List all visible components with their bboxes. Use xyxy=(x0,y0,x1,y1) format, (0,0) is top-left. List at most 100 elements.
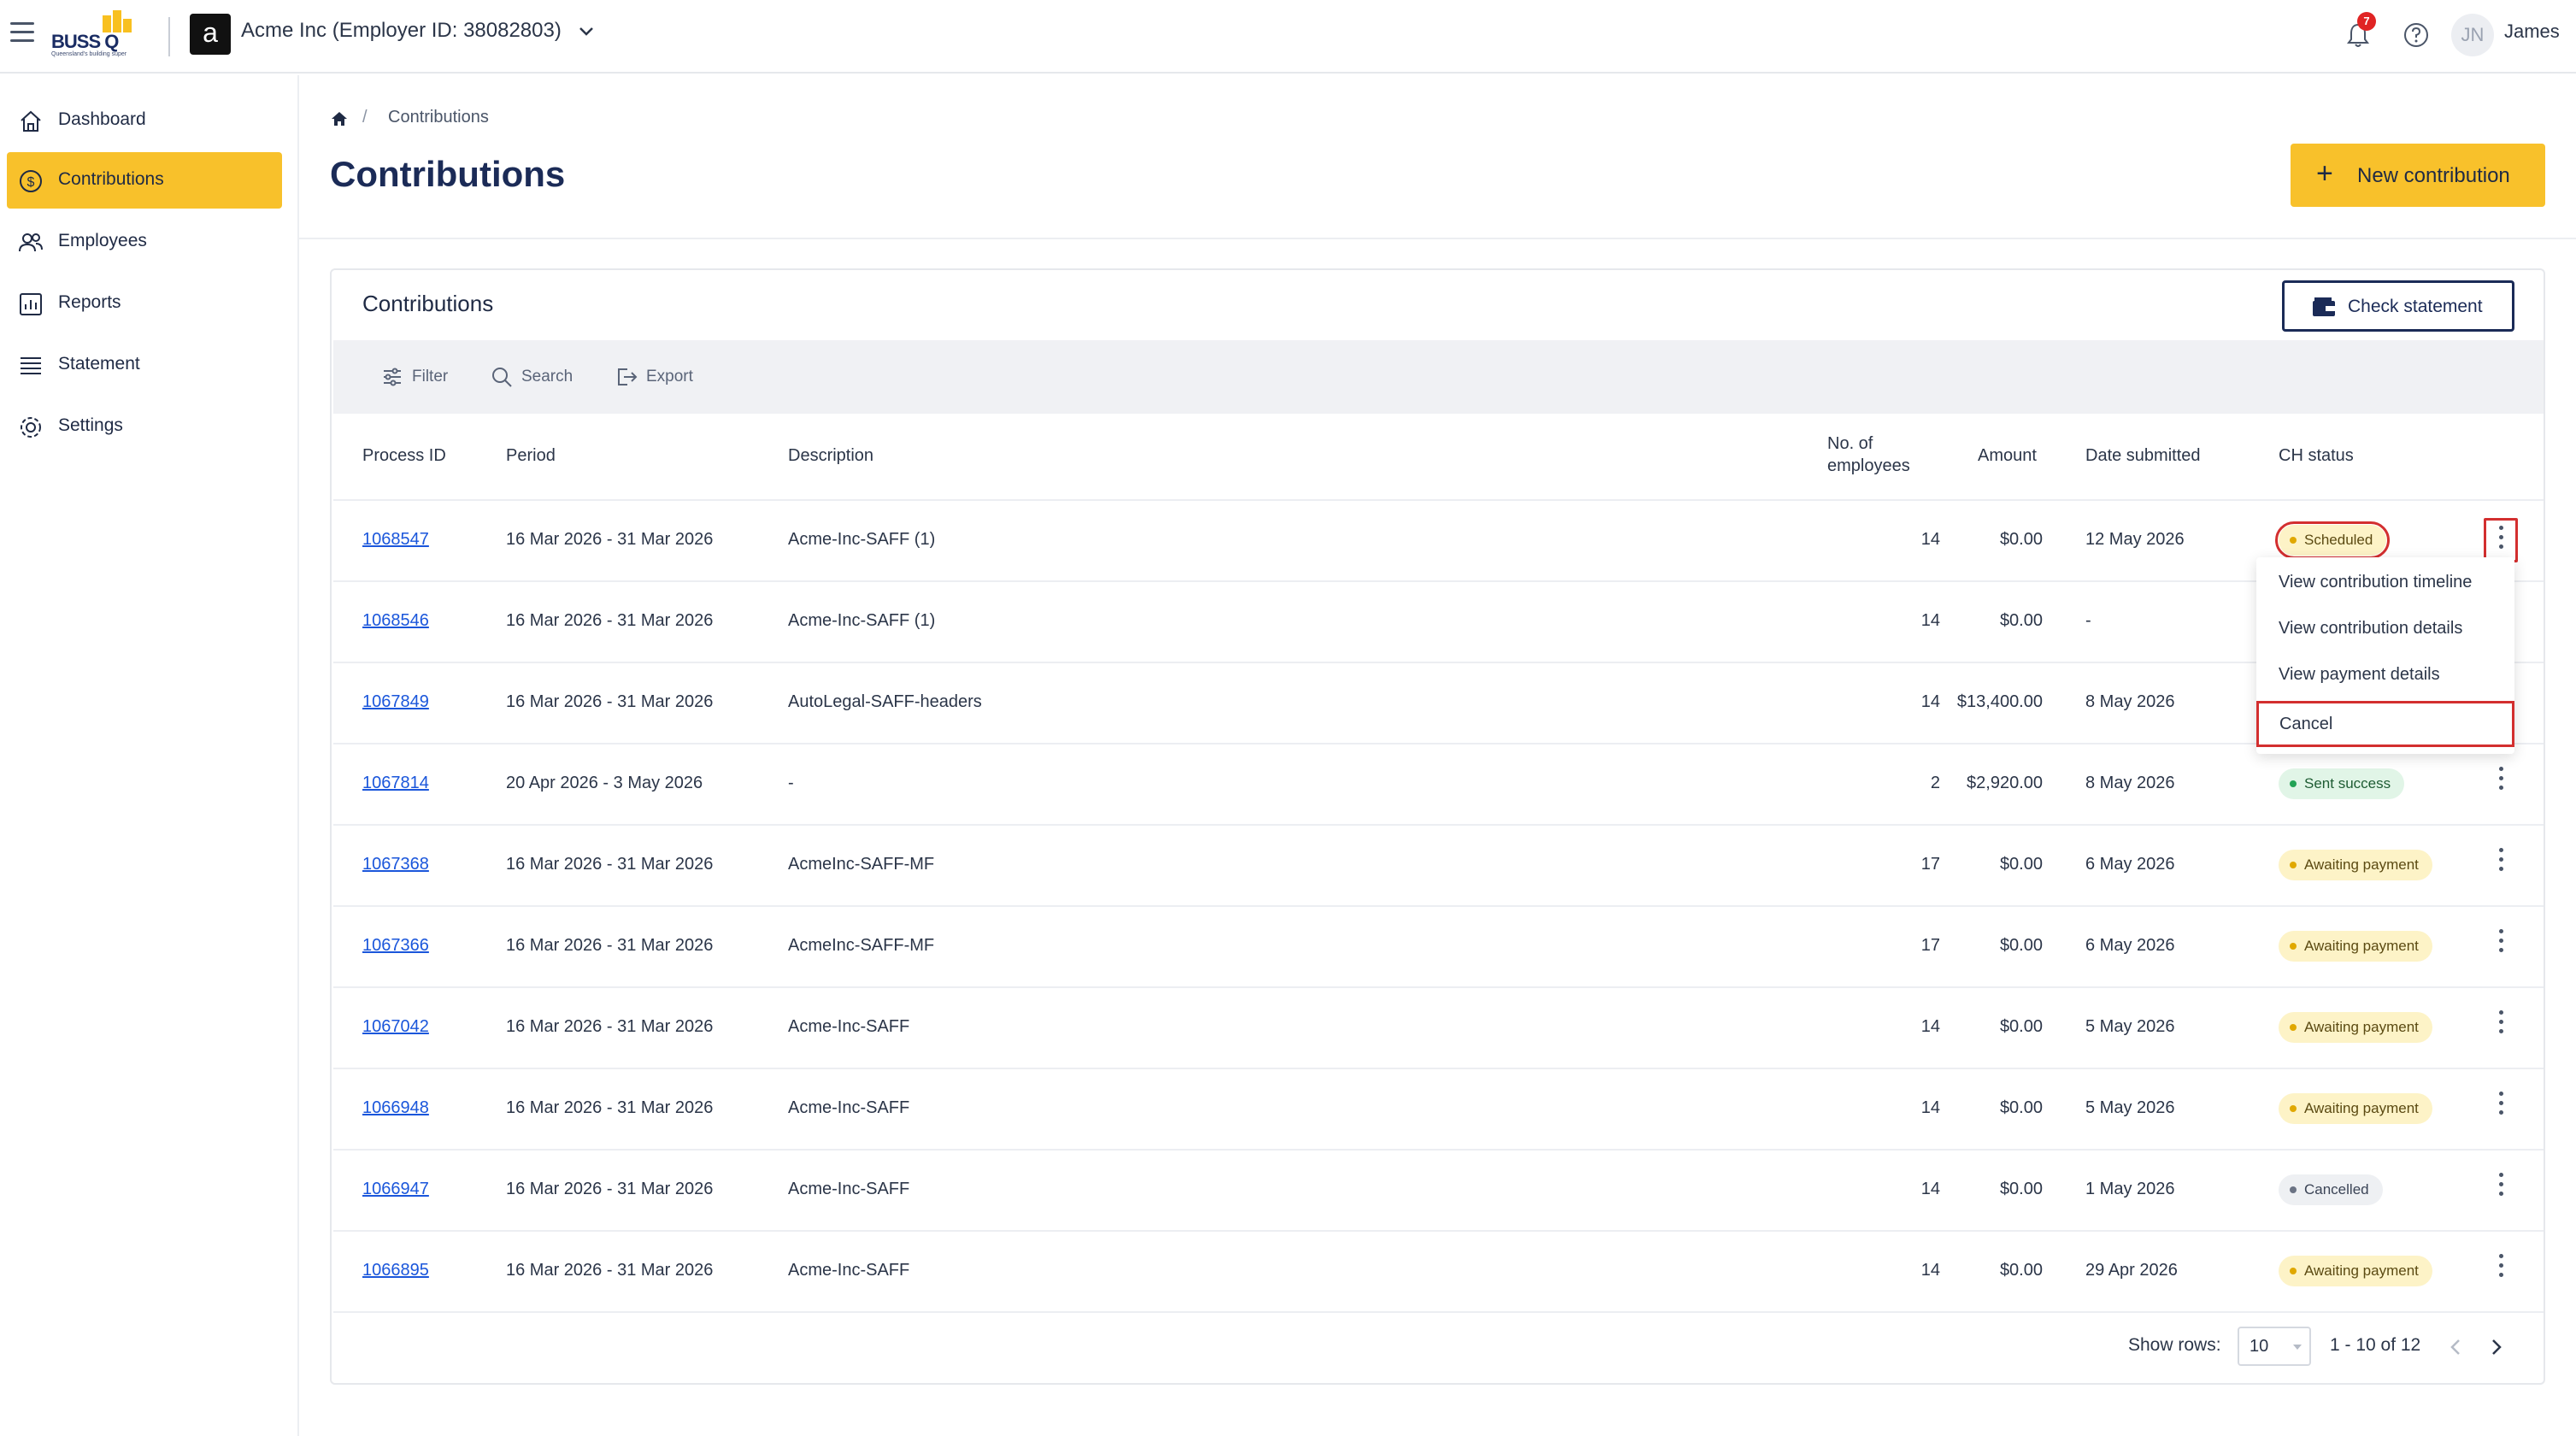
header-amount[interactable]: Amount xyxy=(1978,446,2037,466)
row-actions-icon[interactable] xyxy=(2484,518,2518,562)
sidebar-item-contributions[interactable]: $ Contributions xyxy=(7,152,282,209)
filter-button[interactable]: Filter xyxy=(381,364,458,390)
header-ch-status[interactable]: CH status xyxy=(2279,446,2354,466)
rows-per-page-select[interactable]: 10 xyxy=(2238,1327,2311,1366)
description-cell: Acme-Inc-SAFF xyxy=(788,1180,910,1198)
list-icon xyxy=(21,357,41,374)
date-cell: - xyxy=(2085,611,2091,630)
sidebar-item-settings[interactable]: Settings xyxy=(7,398,282,455)
check-statement-button[interactable]: Check statement xyxy=(2282,280,2514,332)
status-badge-label: Awaiting payment xyxy=(2304,1100,2419,1116)
sidebar-item-label: Reports xyxy=(58,292,121,312)
row-actions-icon[interactable] xyxy=(2484,762,2518,806)
logo-tagline: Queensland's building super xyxy=(51,51,127,57)
chevron-down-icon[interactable] xyxy=(578,26,595,38)
employees-cell: 17 xyxy=(1920,855,1940,874)
employees-cell: 14 xyxy=(1920,1017,1940,1036)
process-id-link[interactable]: 1067849 xyxy=(362,692,429,712)
header-process-id[interactable]: Process ID xyxy=(362,446,446,466)
home-icon[interactable] xyxy=(330,109,349,128)
sidebar-item-statement[interactable]: Statement xyxy=(7,337,282,393)
amount-cell: $0.00 xyxy=(1999,530,2043,549)
process-id-link[interactable]: 1066948 xyxy=(362,1098,429,1118)
row-actions-icon[interactable] xyxy=(2484,1005,2518,1050)
employees-cell: 14 xyxy=(1920,530,1940,549)
status-badge-label: Awaiting payment xyxy=(2304,1019,2419,1035)
process-id-link[interactable]: 1067368 xyxy=(362,855,429,874)
bussq-logo[interactable]: BUSS Q Queensland's building super xyxy=(50,10,149,57)
status-badge: Awaiting payment xyxy=(2279,931,2432,962)
bar-chart-icon xyxy=(20,293,42,315)
search-button[interactable]: Search xyxy=(491,364,585,390)
amount-cell: $0.00 xyxy=(1999,611,2043,630)
sidebar-item-label: Dashboard xyxy=(58,109,146,129)
row-actions-icon[interactable] xyxy=(2484,1086,2518,1131)
employer-avatar: a xyxy=(190,14,231,55)
table-row: 1068547 16 Mar 2026 - 31 Mar 2026 Acme-I… xyxy=(333,499,2544,580)
sidebar-item-employees[interactable]: Employees xyxy=(7,214,282,270)
period-cell: 16 Mar 2026 - 31 Mar 2026 xyxy=(506,1098,714,1117)
header-divider xyxy=(299,238,2576,239)
header-period[interactable]: Period xyxy=(506,446,556,466)
status-badge: Cancelled xyxy=(2279,1174,2383,1205)
row-actions-icon[interactable] xyxy=(2484,1168,2518,1212)
top-bar: BUSS Q Queensland's building super a Acm… xyxy=(0,0,2576,74)
process-id-link[interactable]: 1068546 xyxy=(362,611,429,631)
amount-cell: $0.00 xyxy=(1999,936,2043,955)
process-id-link[interactable]: 1067366 xyxy=(362,936,429,956)
plus-icon: + xyxy=(2316,157,2333,190)
period-cell: 16 Mar 2026 - 31 Mar 2026 xyxy=(506,1180,714,1198)
row-actions-icon[interactable] xyxy=(2484,924,2518,968)
page-range: 1 - 10 of 12 xyxy=(2330,1335,2421,1355)
svg-text:$: $ xyxy=(27,175,35,190)
user-avatar[interactable]: JN xyxy=(2451,14,2494,56)
menu-item-view-details[interactable]: View contribution details xyxy=(2256,605,2514,651)
employees-cell: 14 xyxy=(1920,692,1940,711)
date-cell: 29 Apr 2026 xyxy=(2085,1261,2178,1280)
description-cell: Acme-Inc-SAFF xyxy=(788,1261,910,1280)
process-id-link[interactable]: 1067814 xyxy=(362,774,429,793)
menu-item-view-timeline[interactable]: View contribution timeline xyxy=(2256,559,2514,605)
menu-item-label: Cancel xyxy=(2279,715,2333,733)
menu-item-label: View payment details xyxy=(2279,665,2440,684)
table-toolbar: Filter Search Export xyxy=(333,340,2544,414)
user-name[interactable]: James xyxy=(2504,21,2560,43)
status-badge: Sent success xyxy=(2279,768,2405,799)
header-employees-line2[interactable]: employees xyxy=(1827,456,1910,476)
header-employees-line1[interactable]: No. of xyxy=(1827,434,1873,454)
date-cell: 6 May 2026 xyxy=(2085,936,2175,955)
export-button[interactable]: Export xyxy=(615,364,701,390)
chevron-right-icon[interactable] xyxy=(2487,1337,2506,1357)
caret-down-icon xyxy=(2293,1345,2302,1350)
new-contribution-button[interactable]: + New contribution xyxy=(2291,144,2545,207)
breadcrumb-separator: / xyxy=(362,108,368,127)
sidebar-item-dashboard[interactable]: Dashboard xyxy=(7,92,282,149)
process-id-link[interactable]: 1066947 xyxy=(362,1180,429,1199)
table-row: 1067814 20 Apr 2026 - 3 May 2026 - 2 $2,… xyxy=(333,743,2544,824)
process-id-link[interactable]: 1068547 xyxy=(362,530,429,550)
process-id-link[interactable]: 1066895 xyxy=(362,1261,429,1280)
process-id-link[interactable]: 1067042 xyxy=(362,1017,429,1037)
sidebar-item-reports[interactable]: Reports xyxy=(7,275,282,332)
menu-item-view-payment[interactable]: View payment details xyxy=(2256,651,2514,697)
page-title: Contributions xyxy=(330,154,566,194)
header-description[interactable]: Description xyxy=(788,446,873,466)
help-icon[interactable] xyxy=(2400,19,2432,51)
status-badge: Awaiting payment xyxy=(2279,1256,2432,1286)
export-icon xyxy=(618,368,638,385)
period-cell: 16 Mar 2026 - 31 Mar 2026 xyxy=(506,530,714,549)
menu-icon[interactable] xyxy=(10,22,34,43)
table-row: 1068546 16 Mar 2026 - 31 Mar 2026 Acme-I… xyxy=(333,580,2544,662)
search-label: Search xyxy=(521,368,573,385)
chevron-left-icon[interactable] xyxy=(2446,1337,2465,1357)
row-actions-icon[interactable] xyxy=(2484,843,2518,887)
row-actions-icon[interactable] xyxy=(2484,1249,2518,1293)
show-rows-label: Show rows: xyxy=(2128,1335,2221,1355)
status-badge-label: Awaiting payment xyxy=(2304,938,2419,954)
menu-item-cancel[interactable]: Cancel xyxy=(2256,701,2514,747)
status-badge-label: Cancelled xyxy=(2304,1181,2369,1198)
header-date-submitted[interactable]: Date submitted xyxy=(2085,446,2201,466)
employer-name[interactable]: Acme Inc (Employer ID: 38082803) xyxy=(241,19,562,43)
search-icon xyxy=(492,368,512,387)
status-badge-label: Awaiting payment xyxy=(2304,1262,2419,1279)
